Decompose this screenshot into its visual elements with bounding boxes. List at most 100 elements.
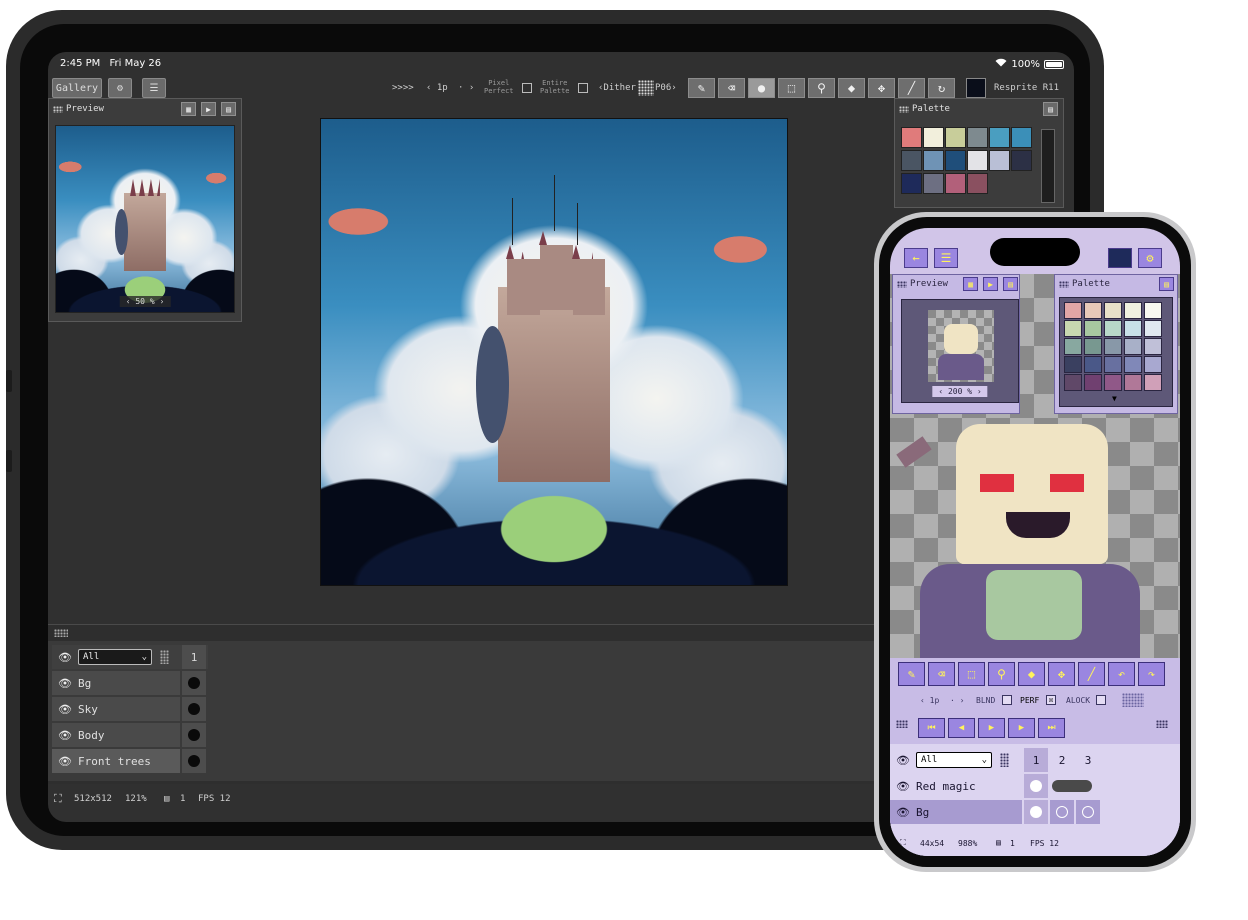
line-tool[interactable]: ╱	[898, 78, 925, 98]
palette-swatch[interactable]	[1124, 374, 1142, 391]
palette-swatch[interactable]	[1124, 356, 1142, 373]
blend-checkbox[interactable]	[1002, 695, 1012, 705]
grip-icon[interactable]	[897, 280, 907, 288]
palette-swatch[interactable]	[1144, 320, 1162, 337]
eye-icon[interactable]: 👁	[52, 755, 78, 768]
frame-number[interactable]: 2	[1050, 748, 1074, 772]
grip-icon[interactable]	[1059, 280, 1069, 288]
eye-icon[interactable]: 👁	[890, 754, 916, 767]
frame-cell[interactable]	[1024, 800, 1048, 824]
palette-swatch[interactable]	[923, 127, 944, 148]
layer-filter-select[interactable]: All ⌄	[78, 649, 152, 665]
adjustments-button[interactable]: ☰	[142, 78, 166, 98]
drawing-canvas[interactable]	[320, 118, 788, 586]
settings-button[interactable]: ⚙	[1138, 248, 1162, 268]
layer-row[interactable]: 👁 Sky	[52, 697, 180, 721]
current-color-swatch[interactable]	[966, 78, 986, 98]
frame-cell[interactable]	[1024, 774, 1048, 798]
pixel-perfect-checkbox[interactable]	[522, 83, 532, 93]
grip-icon[interactable]	[53, 105, 63, 113]
palette-swatch[interactable]	[1084, 320, 1102, 337]
frame-number[interactable]: 1	[182, 645, 206, 669]
eye-icon[interactable]: 👁	[52, 677, 78, 690]
eraser-tool[interactable]: ⌫	[718, 78, 745, 98]
rotate-tool[interactable]: ↻	[928, 78, 955, 98]
panel-menu-icon[interactable]: ▤	[1159, 277, 1174, 291]
palette-swatch[interactable]	[901, 150, 922, 171]
dither-pattern-icon[interactable]	[1122, 693, 1144, 707]
palette-swatch[interactable]	[1011, 127, 1032, 148]
selection-tool[interactable]: ⬚	[778, 78, 805, 98]
eraser-tool[interactable]: ⌫	[928, 662, 955, 686]
palette-swatch[interactable]	[1104, 374, 1122, 391]
eye-icon[interactable]: 👁	[52, 729, 78, 742]
frame-cell[interactable]	[182, 749, 206, 773]
palette-swatch[interactable]	[923, 173, 944, 194]
grid-icon[interactable]: ▦	[181, 102, 196, 116]
pencil-tool[interactable]: ✎	[898, 662, 925, 686]
grip-icon[interactable]	[899, 105, 909, 113]
eyedropper-tool[interactable]: ⚲	[808, 78, 835, 98]
layer-row[interactable]: 👁 Red magic	[890, 774, 1022, 798]
panel-menu-icon[interactable]: ▤	[1043, 102, 1058, 116]
palette-scrollbar[interactable]	[1041, 129, 1055, 203]
palette-swatch[interactable]	[901, 127, 922, 148]
move-tool[interactable]: ✥	[868, 78, 895, 98]
fill-tool[interactable]: ◆	[1018, 662, 1045, 686]
palette-swatch[interactable]	[1084, 302, 1102, 319]
play-icon[interactable]: ▶	[201, 102, 216, 116]
layer-row[interactable]: 👁 Bg	[52, 671, 180, 695]
dither-pattern[interactable]: P06›	[655, 83, 677, 93]
palette-swatch[interactable]	[1064, 302, 1082, 319]
eye-icon[interactable]: 👁	[890, 780, 916, 793]
perfect-checkbox[interactable]: ☒	[1046, 695, 1056, 705]
layer-filter-select[interactable]: All ⌄	[916, 752, 992, 768]
palette-swatch[interactable]	[1124, 338, 1142, 355]
grip-icon[interactable]	[1156, 720, 1168, 728]
palette-swatch[interactable]	[1011, 150, 1032, 171]
undo-tool[interactable]: ↶	[1108, 662, 1135, 686]
palette-swatch[interactable]	[1104, 320, 1122, 337]
expand-triangle-icon[interactable]: ▼	[1112, 394, 1117, 403]
palette-swatch[interactable]	[1084, 338, 1102, 355]
palette-swatch[interactable]	[989, 150, 1010, 171]
palette-swatch[interactable]	[1084, 356, 1102, 373]
palette-swatch[interactable]	[1104, 302, 1122, 319]
adjustments-button[interactable]: ☰	[934, 248, 958, 268]
palette-swatch[interactable]	[1104, 338, 1122, 355]
palette-swatch[interactable]	[1124, 302, 1142, 319]
preview-thumbnail[interactable]: ‹ 50 % ›	[55, 125, 235, 313]
settings-button[interactable]: ⚙	[108, 78, 132, 98]
palette-swatch[interactable]	[1144, 356, 1162, 373]
frame-cell[interactable]	[182, 723, 206, 747]
gallery-button[interactable]: Gallery	[52, 78, 102, 98]
eye-icon[interactable]: 👁	[52, 703, 78, 716]
circle-tool[interactable]: ●	[748, 78, 775, 98]
palette-swatch[interactable]	[1144, 338, 1162, 355]
frame-cell[interactable]	[1076, 800, 1100, 824]
eye-icon[interactable]: 👁	[890, 806, 916, 819]
redo-tool[interactable]: ↷	[1138, 662, 1165, 686]
frame-cell[interactable]	[1050, 800, 1074, 824]
brush-size[interactable]: ‹ 1p	[426, 83, 448, 93]
frame-span-bar[interactable]	[1052, 780, 1092, 792]
dither-pattern-icon[interactable]	[638, 80, 654, 96]
frame-number[interactable]: 1	[1024, 748, 1048, 772]
panel-menu-icon[interactable]: ▤	[221, 102, 236, 116]
frame-cell[interactable]	[182, 671, 206, 695]
palette-swatch[interactable]	[1144, 302, 1162, 319]
palette-swatch[interactable]	[1064, 320, 1082, 337]
eye-icon[interactable]: 👁	[52, 651, 78, 664]
grip-icon[interactable]	[896, 720, 908, 728]
palette-swatch[interactable]	[967, 150, 988, 171]
frame-number[interactable]: 3	[1076, 748, 1100, 772]
layer-row[interactable]: 👁 Body	[52, 723, 180, 747]
palette-swatch[interactable]	[1124, 320, 1142, 337]
back-button[interactable]: ←	[904, 248, 928, 268]
palette-swatch[interactable]	[1064, 356, 1082, 373]
step-arrows[interactable]: >>>>	[392, 83, 414, 93]
brush-size[interactable]: ‹ 1p	[920, 696, 939, 705]
current-color-swatch[interactable]	[1108, 248, 1132, 268]
grid-icon[interactable]	[1000, 753, 1009, 767]
last-frame-button[interactable]: ⏭	[1038, 718, 1065, 738]
